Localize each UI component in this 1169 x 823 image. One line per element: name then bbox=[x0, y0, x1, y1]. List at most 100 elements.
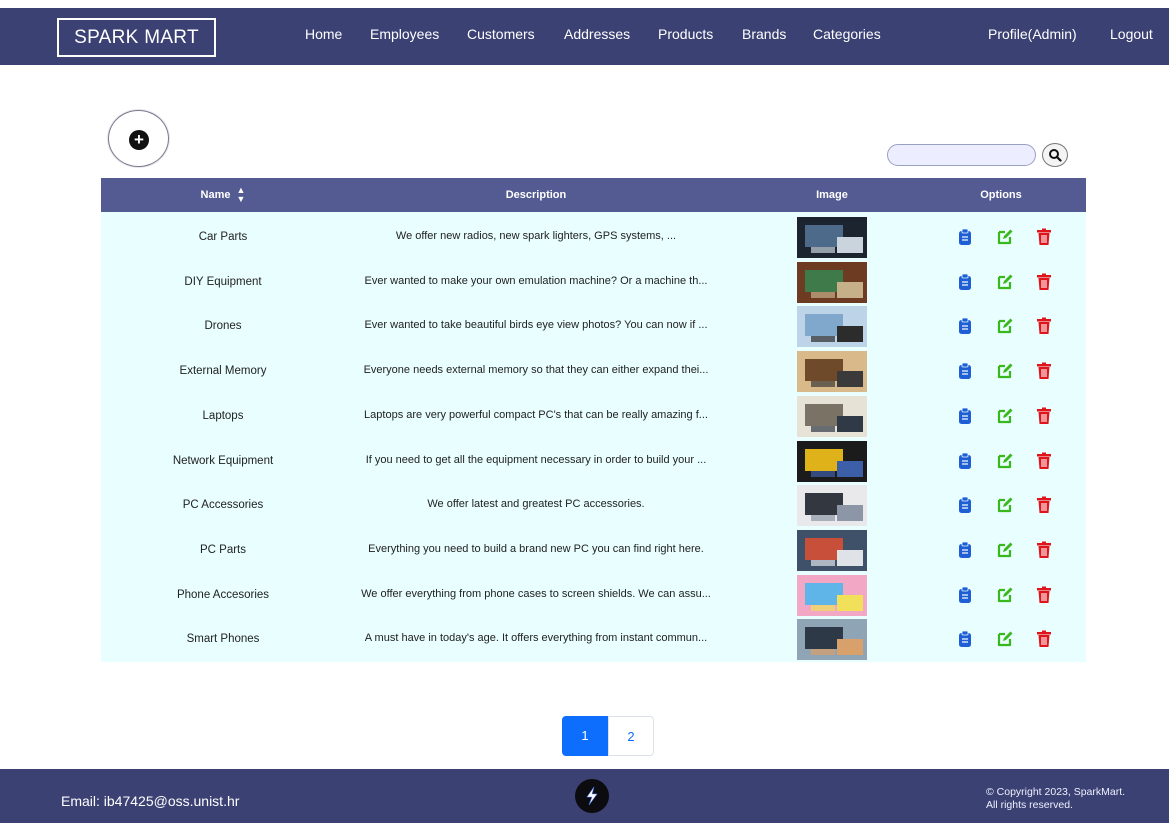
category-image bbox=[797, 441, 867, 482]
details-button[interactable] bbox=[957, 407, 973, 425]
table-row: PC Accessories We offer latest and greate… bbox=[101, 483, 1086, 528]
edit-icon bbox=[997, 318, 1013, 334]
edit-button[interactable] bbox=[996, 541, 1014, 559]
column-name-label: Name bbox=[200, 189, 231, 201]
table-row: Network Equipment If you need to get all … bbox=[101, 439, 1086, 484]
table-row: Car Parts We offer new radios, new spark … bbox=[101, 215, 1086, 260]
delete-button[interactable] bbox=[1036, 630, 1052, 648]
category-description: Ever wanted to take beautiful birds eye … bbox=[364, 319, 708, 331]
edit-icon bbox=[997, 363, 1013, 379]
lightning-logo-icon bbox=[575, 779, 609, 813]
nav-home[interactable]: Home bbox=[305, 26, 342, 42]
delete-button[interactable] bbox=[1036, 228, 1052, 246]
details-button[interactable] bbox=[957, 362, 973, 380]
page-2-button[interactable]: 2 bbox=[608, 716, 654, 756]
column-image-header: Image bbox=[816, 189, 848, 201]
category-image bbox=[797, 306, 867, 347]
edit-button[interactable] bbox=[996, 630, 1014, 648]
plus-circle-icon: + bbox=[129, 130, 149, 150]
nav-employees[interactable]: Employees bbox=[370, 26, 439, 42]
edit-button[interactable] bbox=[996, 452, 1014, 470]
nav-profile[interactable]: Profile(Admin) bbox=[988, 26, 1077, 42]
search-button[interactable] bbox=[1042, 143, 1068, 167]
category-image bbox=[797, 619, 867, 660]
delete-button[interactable] bbox=[1036, 407, 1052, 425]
category-image bbox=[797, 351, 867, 392]
edit-button[interactable] bbox=[996, 362, 1014, 380]
edit-button[interactable] bbox=[996, 496, 1014, 514]
category-name: External Memory bbox=[179, 365, 267, 377]
edit-button[interactable] bbox=[996, 228, 1014, 246]
clipboard-details-icon bbox=[959, 630, 971, 647]
trash-icon bbox=[1037, 496, 1051, 513]
trash-icon bbox=[1037, 586, 1051, 603]
column-options-header: Options bbox=[980, 189, 1022, 201]
nav-products[interactable]: Products bbox=[658, 26, 713, 42]
footer: Email: ib47425@oss.unist.hr © Copyright … bbox=[0, 769, 1169, 823]
clipboard-details-icon bbox=[959, 452, 971, 469]
edit-button[interactable] bbox=[996, 586, 1014, 604]
clipboard-details-icon bbox=[959, 586, 971, 603]
nav-logout[interactable]: Logout bbox=[1110, 26, 1153, 42]
edit-icon bbox=[997, 631, 1013, 647]
trash-icon bbox=[1037, 317, 1051, 334]
category-image bbox=[797, 575, 867, 616]
nav-brands[interactable]: Brands bbox=[742, 26, 786, 42]
category-description: Laptops are very powerful compact PC's t… bbox=[364, 409, 708, 421]
category-image bbox=[797, 485, 867, 526]
trash-icon bbox=[1037, 452, 1051, 469]
delete-button[interactable] bbox=[1036, 317, 1052, 335]
edit-icon bbox=[997, 408, 1013, 424]
delete-button[interactable] bbox=[1036, 362, 1052, 380]
delete-button[interactable] bbox=[1036, 586, 1052, 604]
copyright-line-2: All rights reserved. bbox=[986, 799, 1073, 811]
delete-button[interactable] bbox=[1036, 541, 1052, 559]
trash-icon bbox=[1037, 407, 1051, 424]
column-name-header[interactable]: Name ▲ ▼ bbox=[123, 178, 323, 212]
sort-icon[interactable]: ▲ ▼ bbox=[237, 186, 246, 204]
details-button[interactable] bbox=[957, 273, 973, 291]
delete-button[interactable] bbox=[1036, 496, 1052, 514]
category-name: Drones bbox=[204, 320, 242, 332]
clipboard-details-icon bbox=[959, 496, 971, 513]
details-button[interactable] bbox=[957, 541, 973, 559]
trash-icon bbox=[1037, 630, 1051, 647]
edit-button[interactable] bbox=[996, 407, 1014, 425]
clipboard-details-icon bbox=[959, 407, 971, 424]
brand-logo[interactable]: SPARK MART bbox=[57, 18, 216, 57]
edit-icon bbox=[997, 453, 1013, 469]
table-row: Laptops Laptops are very powerful compact… bbox=[101, 394, 1086, 439]
category-description: Everything you need to build a brand new… bbox=[368, 543, 704, 555]
details-button[interactable] bbox=[957, 228, 973, 246]
details-button[interactable] bbox=[957, 317, 973, 335]
table-row: Smart Phones A must have in today's age. … bbox=[101, 617, 1086, 662]
nav-customers[interactable]: Customers bbox=[467, 26, 535, 42]
page-1-button[interactable]: 1 bbox=[562, 716, 608, 756]
category-description: We offer everything from phone cases to … bbox=[361, 588, 711, 600]
details-button[interactable] bbox=[957, 452, 973, 470]
search-input[interactable] bbox=[887, 144, 1036, 166]
delete-button[interactable] bbox=[1036, 273, 1052, 291]
details-button[interactable] bbox=[957, 586, 973, 604]
table-row: DIY Equipment Ever wanted to make your ow… bbox=[101, 260, 1086, 305]
nav-addresses[interactable]: Addresses bbox=[564, 26, 630, 42]
trash-icon bbox=[1037, 362, 1051, 379]
top-navbar: SPARK MART Home Employees Customers Addr… bbox=[0, 8, 1169, 65]
nav-categories[interactable]: Categories bbox=[813, 26, 881, 42]
category-description: We offer new radios, new spark lighters,… bbox=[395, 230, 677, 242]
edit-button[interactable] bbox=[996, 273, 1014, 291]
details-button[interactable] bbox=[957, 496, 973, 514]
category-description: A must have in today's age. It offers ev… bbox=[364, 632, 708, 644]
add-category-button[interactable]: + bbox=[108, 110, 169, 167]
category-name: DIY Equipment bbox=[184, 276, 262, 288]
trash-icon bbox=[1037, 273, 1051, 290]
details-button[interactable] bbox=[957, 630, 973, 648]
category-image bbox=[797, 262, 867, 303]
category-name: Smart Phones bbox=[186, 633, 260, 645]
edit-button[interactable] bbox=[996, 317, 1014, 335]
trash-icon bbox=[1037, 228, 1051, 245]
clipboard-details-icon bbox=[959, 541, 971, 558]
delete-button[interactable] bbox=[1036, 452, 1052, 470]
category-image bbox=[797, 530, 867, 571]
category-name: Network Equipment bbox=[172, 455, 274, 467]
